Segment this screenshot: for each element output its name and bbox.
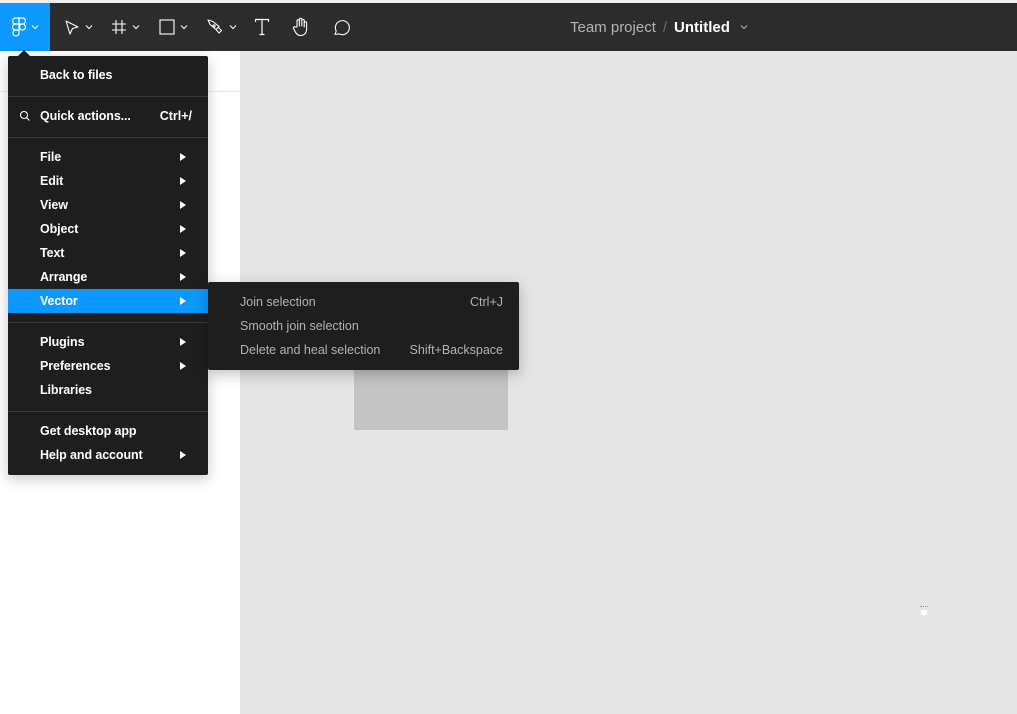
chevron-down-icon (132, 25, 139, 30)
cursor-arrow-icon (64, 20, 79, 35)
move-tool-button[interactable] (58, 3, 98, 51)
frame-tool-button[interactable] (105, 3, 145, 51)
main-menu-button[interactable] (0, 3, 50, 51)
chevron-down-icon (229, 25, 236, 30)
speech-bubble-icon (334, 20, 350, 36)
menu-item-plugins[interactable]: Plugins (8, 330, 208, 354)
menu-item-label: Libraries (40, 383, 92, 397)
frame-hash-icon (111, 20, 126, 34)
hand-icon (292, 17, 308, 37)
search-icon (19, 110, 30, 121)
menu-item-label: Text (40, 246, 65, 260)
chevron-down-icon (31, 25, 38, 30)
submenu-item-join-selection[interactable]: Join selection Ctrl+J (208, 290, 519, 314)
menu-item-label: Plugins (40, 335, 85, 349)
menu-item-preferences[interactable]: Preferences (8, 354, 208, 378)
comment-tool-button[interactable] (329, 3, 353, 51)
pen-nib-icon (206, 19, 222, 34)
hand-tool-button[interactable] (289, 3, 313, 51)
menu-item-label: Object (40, 222, 79, 236)
breadcrumb-project[interactable]: Team project (570, 19, 656, 36)
submenu-item-label: Smooth join selection (240, 319, 359, 333)
submenu-item-label: Delete and heal selection (240, 343, 381, 357)
menu-item-back-to-files[interactable]: Back to files (8, 63, 208, 87)
menu-item-label: Quick actions... (40, 109, 131, 123)
menu-item-label: Preferences (40, 359, 111, 373)
breadcrumb: Team project / Untitled (570, 3, 748, 51)
menu-item-label: View (40, 198, 68, 212)
submenu-item-shortcut: Shift+Backspace (409, 343, 503, 357)
text-t-icon (254, 18, 270, 36)
chevron-down-icon[interactable] (740, 23, 748, 31)
breadcrumb-file-name[interactable]: Untitled (674, 19, 730, 36)
menu-separator (8, 137, 208, 138)
menu-item-libraries[interactable]: Libraries (8, 378, 208, 402)
vector-submenu: Join selection Ctrl+J Smooth join select… (208, 282, 519, 370)
submenu-arrow-icon (180, 177, 186, 185)
menu-item-object[interactable]: Object (8, 217, 208, 241)
menu-item-label: Back to files (40, 68, 113, 82)
pen-tool-button[interactable] (201, 3, 241, 51)
submenu-arrow-icon (180, 362, 186, 370)
chevron-down-icon (85, 25, 92, 30)
figma-logo-icon (11, 17, 26, 37)
breadcrumb-separator: / (662, 18, 668, 36)
menu-item-file[interactable]: File (8, 145, 208, 169)
canvas[interactable] (240, 51, 1017, 714)
main-menu: Back to files Quick actions... Ctrl+/ Fi… (8, 56, 208, 475)
menu-item-text[interactable]: Text (8, 241, 208, 265)
submenu-arrow-icon (180, 338, 186, 346)
menu-item-label: File (40, 150, 62, 164)
rectangle-icon (158, 19, 175, 35)
menu-separator (8, 96, 208, 97)
menu-separator (8, 322, 208, 323)
menu-item-help-and-account[interactable]: Help and account (8, 443, 208, 467)
canvas-small-element (920, 606, 928, 616)
submenu-item-delete-and-heal-selection[interactable]: Delete and heal selection Shift+Backspac… (208, 338, 519, 362)
toolbar (0, 3, 1017, 51)
submenu-item-smooth-join-selection[interactable]: Smooth join selection (208, 314, 519, 338)
menu-item-label: Arrange (40, 270, 88, 284)
submenu-item-label: Join selection (240, 295, 316, 309)
menu-item-label: Edit (40, 174, 64, 188)
menu-item-label: Get desktop app (40, 424, 137, 438)
chevron-down-icon (180, 25, 187, 30)
menu-item-quick-actions[interactable]: Quick actions... Ctrl+/ (8, 104, 208, 128)
submenu-arrow-icon (180, 451, 186, 459)
submenu-arrow-icon (180, 225, 186, 233)
menu-item-vector[interactable]: Vector (8, 289, 208, 313)
text-tool-button[interactable] (250, 3, 274, 51)
submenu-arrow-icon (180, 249, 186, 257)
menu-item-get-desktop-app[interactable]: Get desktop app (8, 419, 208, 443)
menu-item-label: Vector (40, 294, 78, 308)
menu-item-shortcut: Ctrl+/ (159, 109, 192, 123)
submenu-item-shortcut: Ctrl+J (470, 295, 503, 309)
submenu-arrow-icon (180, 201, 186, 209)
menu-item-label: Help and account (40, 448, 143, 462)
submenu-arrow-icon (180, 273, 186, 281)
shape-tool-button[interactable] (153, 3, 193, 51)
submenu-arrow-icon (180, 153, 186, 161)
menu-item-edit[interactable]: Edit (8, 169, 208, 193)
menu-item-view[interactable]: View (8, 193, 208, 217)
submenu-arrow-icon (180, 297, 186, 305)
menu-separator (8, 411, 208, 412)
menu-item-arrange[interactable]: Arrange (8, 265, 208, 289)
